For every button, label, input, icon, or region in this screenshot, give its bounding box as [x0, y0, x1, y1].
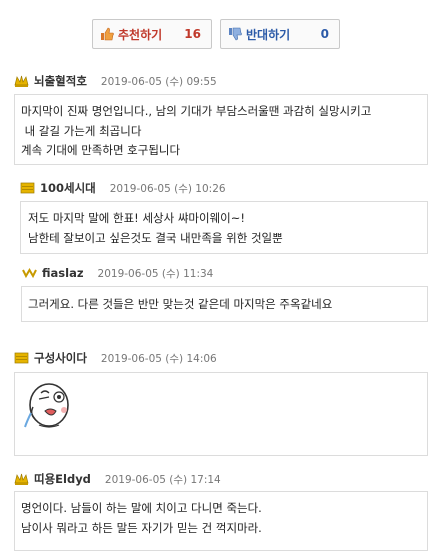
comment-body	[14, 372, 428, 456]
comment-author[interactable]: 뇌출혈적호	[34, 73, 87, 89]
comment-date: 2019-06-05 (수) 11:34	[97, 267, 214, 280]
comment-text-line: 마지막이 진짜 명언입니다., 남의 기대가 부담스러울땐 과감히 실망시키고	[21, 104, 372, 118]
member-level-icon	[20, 182, 35, 194]
comment-text-line: 내 갈길 가는게 최곱니다	[21, 123, 142, 138]
comment-text-line: 명언이다. 남들이 하는 말에 치이고 다니면 죽는다.	[21, 501, 262, 515]
member-level-icon	[14, 75, 29, 87]
comment-date: 2019-06-05 (수) 09:55	[100, 75, 217, 88]
thumbs-down-icon	[229, 27, 242, 41]
comment-text-line: 남한테 잘보이고 싶은것도 결국 내만족을 위한 것일뿐	[28, 230, 283, 245]
comment-header: 100세시대 2019-06-05 (수) 10:26	[20, 178, 427, 198]
comment-header: 뇌출혈적호 2019-06-05 (수) 09:55	[14, 71, 427, 91]
member-level-icon	[14, 473, 29, 485]
oppose-label: 반대하기	[246, 27, 291, 42]
comment-date: 2019-06-05 (수) 14:06	[100, 352, 217, 365]
comment-header: 띠용Eldyd 2019-06-05 (수) 17:14	[14, 469, 427, 489]
crying-face-emoticon	[24, 383, 69, 428]
comment-text-line: 계속 기대에 만족하면 호구됩니다	[21, 143, 181, 157]
oppose-button[interactable]: 반대하기 0	[220, 19, 340, 49]
vote-bar: 추천하기 16 반대하기 0	[92, 19, 340, 49]
member-level-icon	[14, 352, 29, 364]
recommend-label: 추천하기	[118, 27, 163, 42]
member-level-icon	[22, 268, 37, 279]
comment-body: 그러게요. 다른 것들은 반만 맞는것 같은데 마지막은 주옥같네요	[21, 286, 428, 322]
oppose-count: 0	[320, 27, 329, 41]
recommend-count: 16	[184, 27, 201, 41]
comment-text-line: 그러게요. 다른 것들은 반만 맞는것 같은데 마지막은 주옥같네요	[28, 297, 333, 311]
comment-author[interactable]: 100세시대	[40, 180, 96, 196]
comment-author[interactable]: fiaslaz	[42, 266, 84, 280]
comment-date: 2019-06-05 (수) 10:26	[109, 182, 226, 195]
comment-body: 마지막이 진짜 명언입니다., 남의 기대가 부담스러울땐 과감히 실망시키고 …	[14, 94, 428, 165]
comment-author[interactable]: 구성사이다	[34, 350, 87, 366]
recommend-button[interactable]: 추천하기 16	[92, 19, 212, 49]
comment-text-line: 저도 마지막 말에 한표! 세상사 쌰마이웨이~!	[28, 211, 245, 225]
thumbs-up-icon	[101, 27, 114, 41]
comment-header: fiaslaz 2019-06-05 (수) 11:34	[22, 263, 427, 283]
comment-header: 구성사이다 2019-06-05 (수) 14:06	[14, 348, 427, 368]
comment-body: 명언이다. 남들이 하는 말에 치이고 다니면 죽는다. 남이사 뭐라고 하든 …	[14, 491, 428, 551]
comment-author[interactable]: 띠용Eldyd	[34, 471, 91, 487]
comment-text-line: 남이사 뭐라고 하든 말든 자기가 믿는 건 꺽지마라.	[21, 520, 262, 535]
comment-body: 저도 마지막 말에 한표! 세상사 쌰마이웨이~! 남한테 잘보이고 싶은것도 …	[20, 201, 428, 254]
comment-date: 2019-06-05 (수) 17:14	[104, 473, 221, 486]
